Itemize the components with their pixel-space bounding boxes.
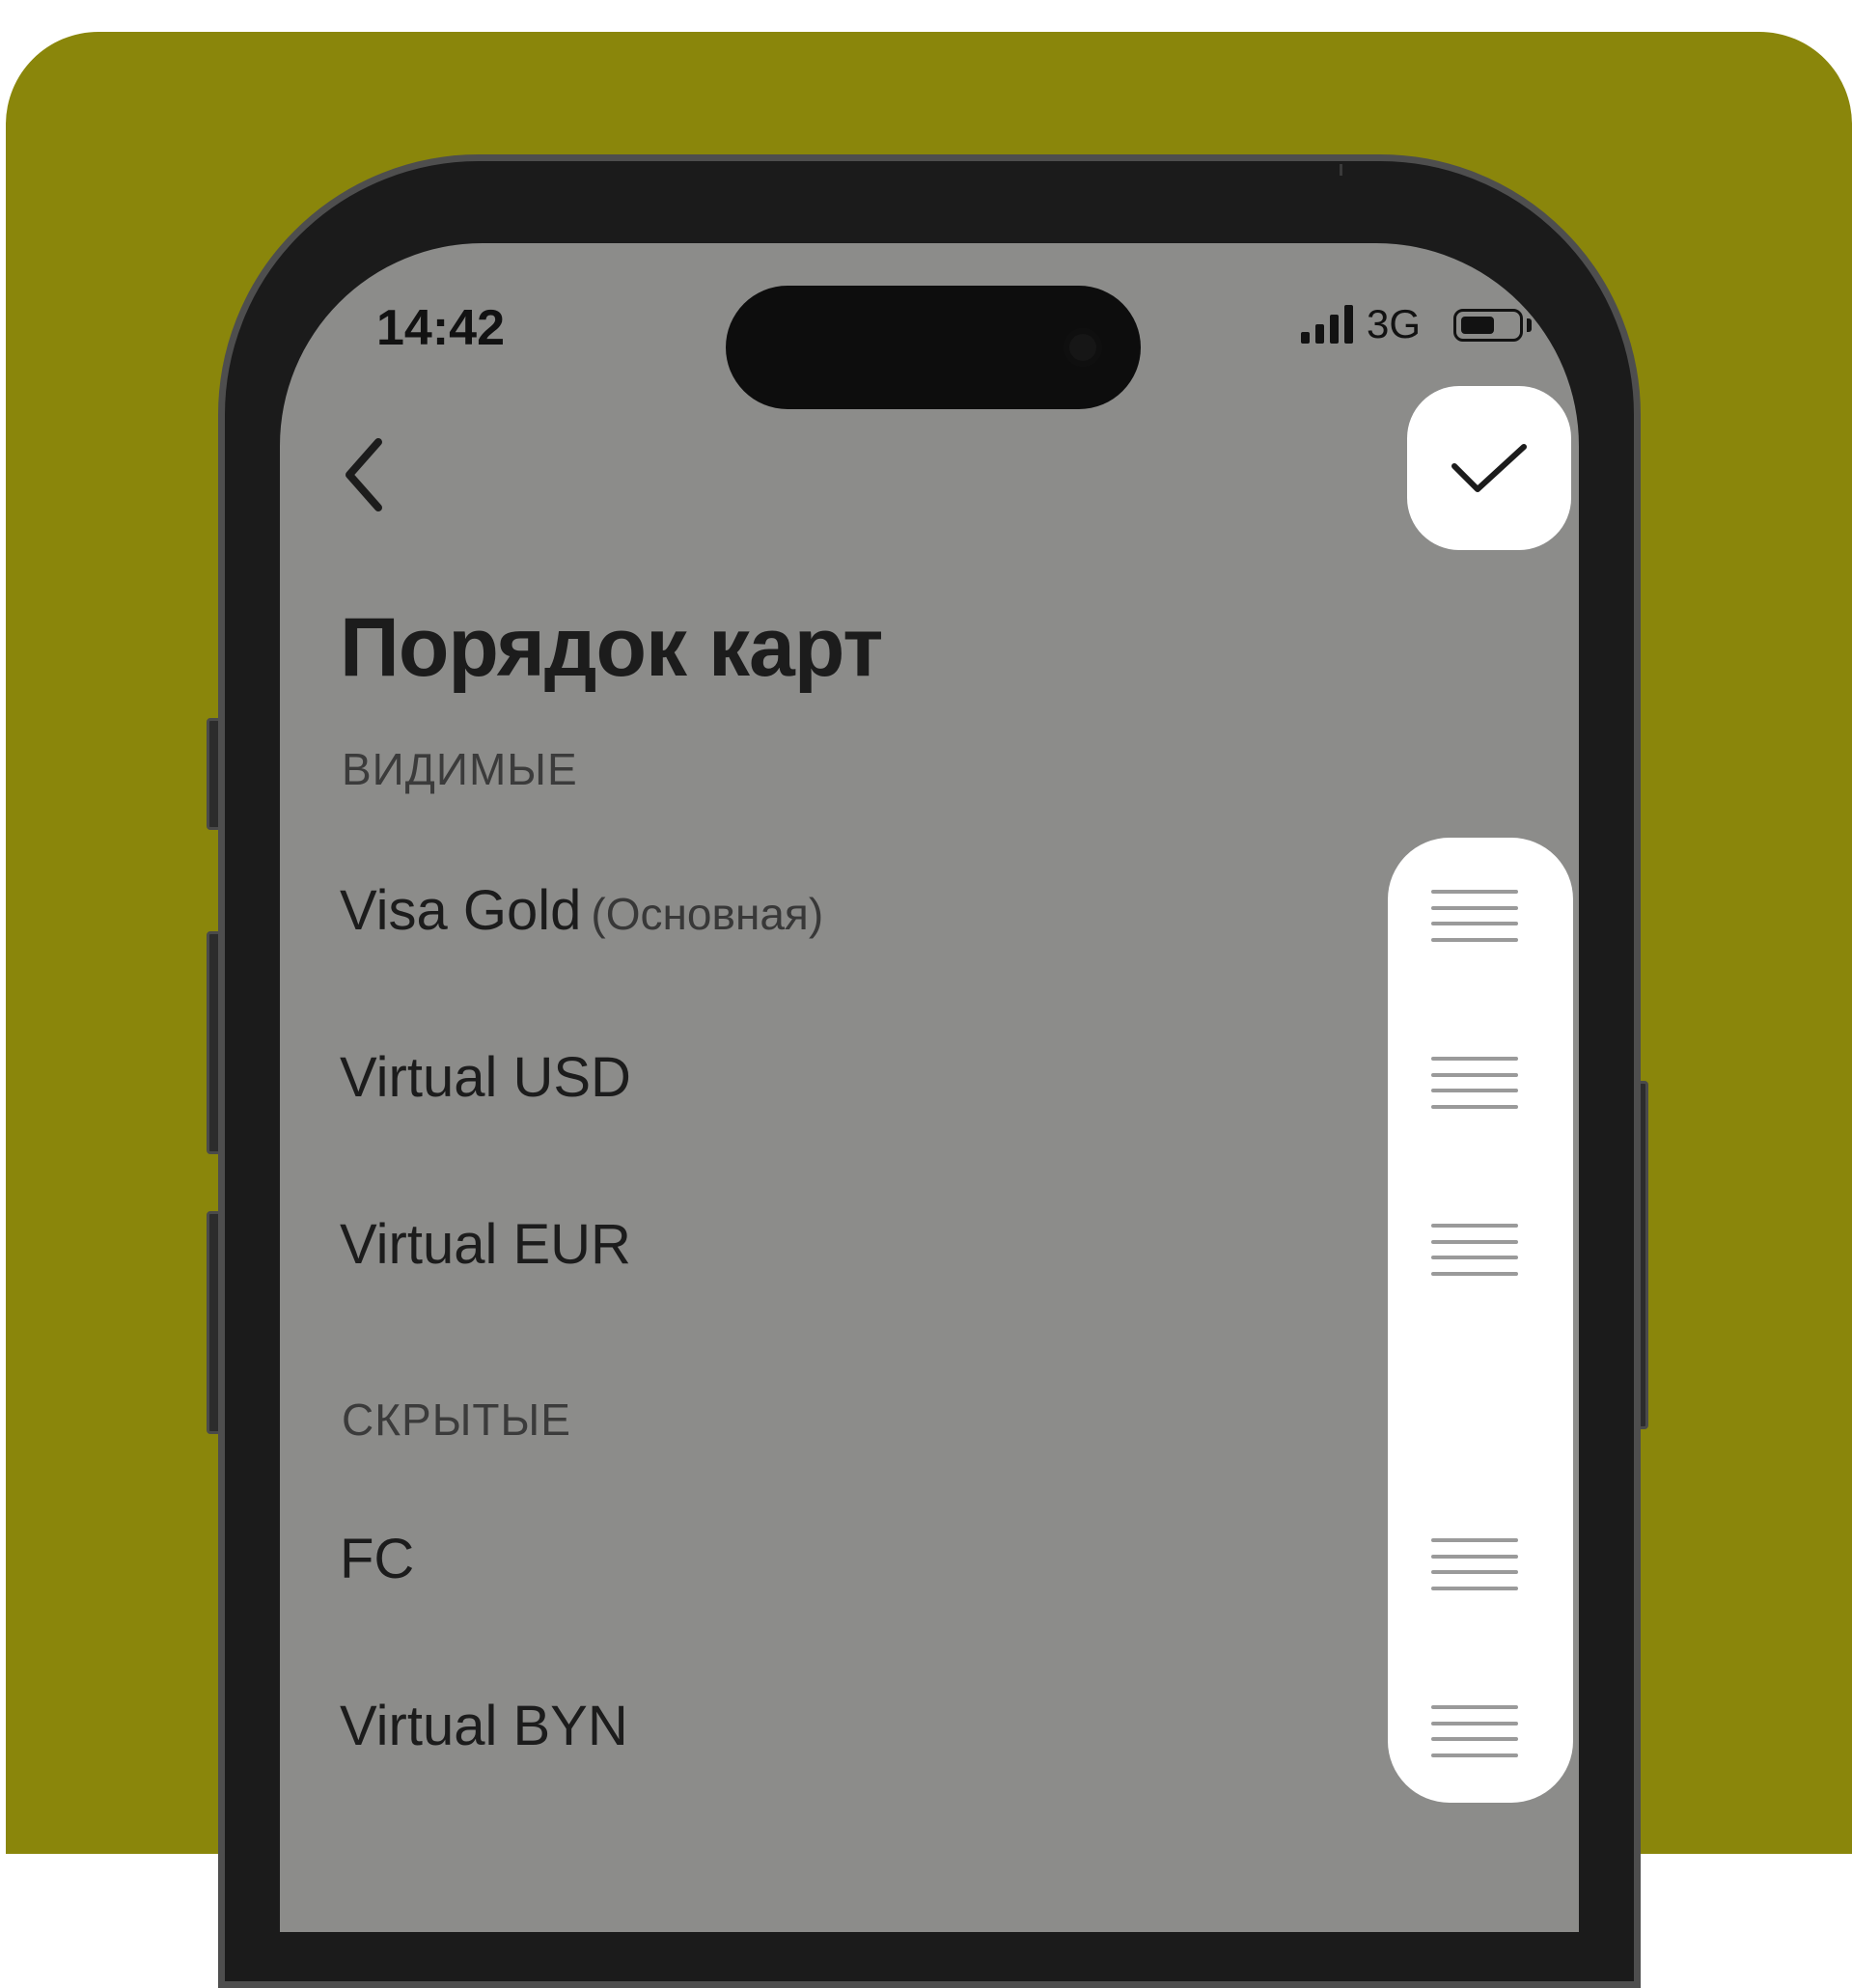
network-type: 3G bbox=[1367, 301, 1422, 346]
card-item-virtual-byn[interactable]: Virtual BYN bbox=[340, 1694, 628, 1758]
page-title: Порядок карт bbox=[340, 601, 883, 694]
card-name: Virtual BYN bbox=[340, 1695, 628, 1757]
card-name: FC bbox=[340, 1528, 415, 1590]
battery-icon bbox=[1453, 309, 1523, 342]
section-label-visible: ВИДИМЫЕ bbox=[342, 744, 578, 794]
card-name: Virtual EUR bbox=[340, 1213, 631, 1276]
drag-handle-icon[interactable] bbox=[1431, 1705, 1518, 1757]
dynamic-island bbox=[726, 286, 1141, 409]
status-indicators: 3G bbox=[1301, 299, 1421, 349]
card-name: Virtual USD bbox=[340, 1046, 631, 1109]
card-name: Visa Gold bbox=[340, 879, 582, 942]
back-button[interactable] bbox=[318, 427, 415, 523]
card-item-visa-gold[interactable]: Visa Gold (Основная) bbox=[340, 878, 823, 943]
drag-handles-highlight bbox=[1388, 838, 1573, 1803]
card-item-fc[interactable]: FC bbox=[340, 1527, 414, 1591]
battery-cap bbox=[1527, 318, 1532, 332]
drag-handle-icon[interactable] bbox=[1431, 1057, 1518, 1109]
chevron-left-icon bbox=[346, 438, 382, 511]
signal-icon bbox=[1301, 305, 1353, 344]
drag-handle-icon[interactable] bbox=[1431, 890, 1518, 942]
status-time: 14:42 bbox=[376, 300, 505, 356]
confirm-button[interactable] bbox=[1407, 386, 1571, 550]
card-item-virtual-usd[interactable]: Virtual USD bbox=[340, 1045, 631, 1110]
battery-level bbox=[1461, 317, 1494, 334]
card-badge: (Основная) bbox=[591, 889, 824, 939]
drag-handle-icon[interactable] bbox=[1431, 1224, 1518, 1276]
section-label-hidden: СКРЫТЫЕ bbox=[342, 1394, 571, 1445]
drag-handle-icon[interactable] bbox=[1431, 1538, 1518, 1590]
card-item-virtual-eur[interactable]: Virtual EUR bbox=[340, 1212, 631, 1277]
antenna-band bbox=[1340, 164, 1342, 176]
phone-screen: 14:42 3G Порядок карт ВИДИМЫЕ Visa Gold(… bbox=[280, 243, 1579, 1932]
camera-icon bbox=[1064, 328, 1102, 367]
checkmark-icon bbox=[1451, 444, 1527, 492]
